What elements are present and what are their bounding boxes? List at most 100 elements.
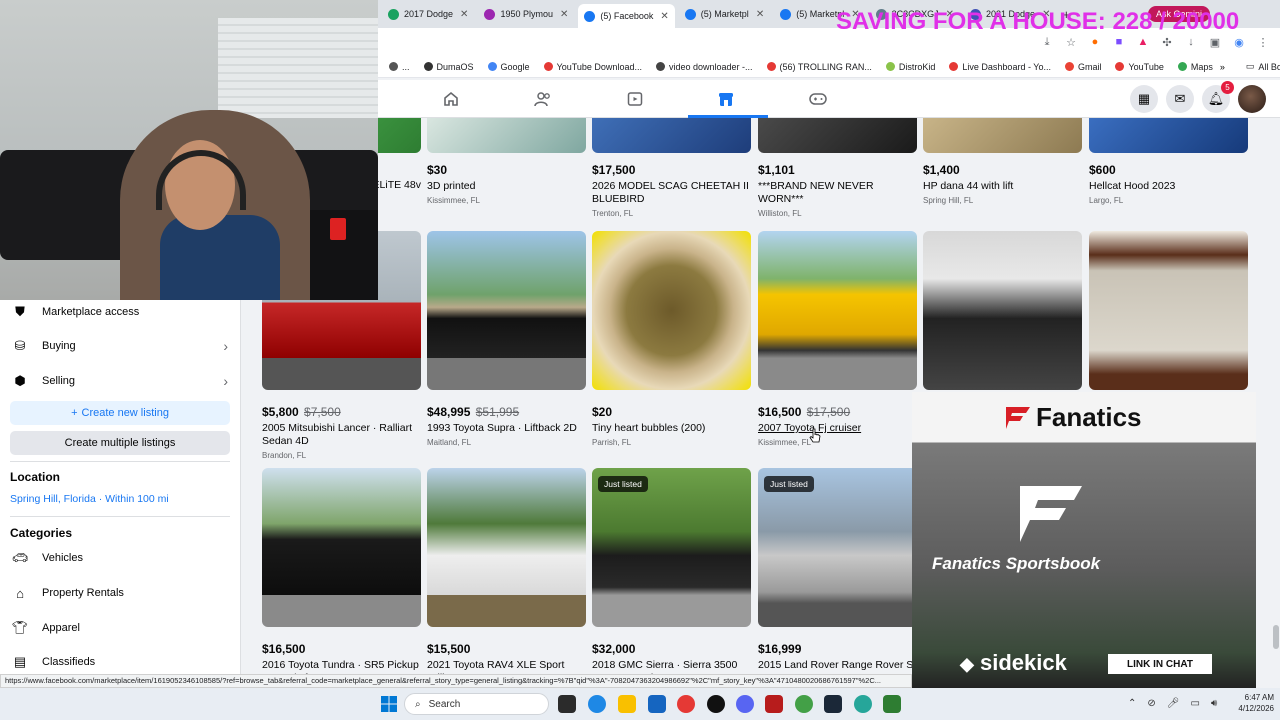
bookmark-item[interactable]: YouTube Download... (537, 62, 649, 72)
listing-card[interactable]: Just listed $32,000 2018 GMC Sierra · Si… (592, 468, 751, 685)
listing-card[interactable]: $15,500 2021 Toyota RAV4 XLE Sport Utili… (427, 468, 586, 685)
all-bookmarks[interactable]: ▭ All Bookmarks (1239, 61, 1280, 72)
bookmark-item[interactable]: ... (382, 62, 417, 72)
bookmark-label: (56) TROLLING RAN... (779, 61, 872, 72)
notifications-bell-icon[interactable]: 🔔︎ 5 (1202, 81, 1234, 113)
listing-card[interactable] (923, 231, 1082, 390)
clock[interactable]: 6:47 AM 4/12/2026 (1238, 692, 1274, 714)
bookmark-item[interactable]: video downloader -... (649, 62, 760, 72)
puzzle-icon[interactable]: ✣ (1160, 35, 1174, 49)
bookmark-label: Google (500, 61, 530, 72)
category-vehicles[interactable]: 🚗︎ Vehicles (10, 548, 228, 568)
chrome-profile-icon[interactable] (795, 695, 813, 713)
install-icon[interactable]: ⤓ (1040, 35, 1054, 49)
video-icon[interactable] (624, 88, 646, 110)
browser-tab[interactable]: (5) Facebook ✕ (578, 4, 675, 28)
listing-card[interactable]: $16,500 $17,500 2007 Toyota Fj cruiser K… (758, 231, 917, 447)
extension-icon[interactable]: ▲ (1136, 35, 1150, 49)
chevron-up-icon[interactable]: ⌃ (1128, 698, 1136, 709)
friends-icon[interactable] (532, 88, 554, 110)
search-icon: ⌕ (415, 698, 421, 710)
microphone-icon[interactable]: 🎤︎ (1167, 698, 1180, 709)
taskbar-search[interactable]: ⌕ Search (404, 693, 549, 715)
listing-card[interactable]: $20 Tiny heart bubbles (200) Parrish, FL (592, 231, 751, 447)
listing-photo (923, 118, 1082, 153)
scrollbar-thumb[interactable] (1273, 625, 1279, 649)
listing-card[interactable] (1089, 231, 1248, 390)
bookmark-item[interactable]: DumaOS (417, 62, 481, 72)
page-scrollbar[interactable] (1272, 120, 1280, 674)
notification-badge: 5 (1221, 81, 1234, 94)
listing-card[interactable]: $1,400 HP dana 44 with lift Spring Hill,… (923, 118, 1082, 205)
listing-card[interactable]: Just listed $16,999 2015 Land Rover Rang… (758, 468, 917, 672)
menu-kebab-icon[interactable]: ⋮ (1256, 35, 1270, 49)
chevron-right-icon: › (223, 338, 228, 354)
listing-card[interactable]: $48,995 $51,995 1993 Toyota Supra · Lift… (427, 231, 586, 447)
home-icon[interactable] (440, 88, 462, 110)
listing-card[interactable]: $600 Hellcat Hood 2023 Largo, FL (1089, 118, 1248, 205)
listing-photo: Just listed (592, 468, 751, 627)
bookmark-star-icon[interactable]: ☆ (1064, 35, 1078, 49)
menu-grid-icon[interactable]: ▦ (1130, 85, 1158, 113)
network-icon[interactable]: ⊘ (1147, 698, 1155, 709)
close-tab-icon[interactable]: ✕ (756, 9, 764, 20)
bookmark-label: DistroKid (898, 61, 936, 72)
link-in-chat-button[interactable]: LINK IN CHAT (1108, 654, 1212, 674)
chrome-profile-icon[interactable] (854, 695, 872, 713)
task-view-icon[interactable] (558, 695, 576, 713)
category-property-rentals[interactable]: ⌂ Property Rentals (10, 583, 228, 603)
browser-tab[interactable]: (5) Marketpl ✕ (679, 3, 770, 25)
marketplace-icon[interactable] (715, 88, 737, 110)
store-icon[interactable] (648, 695, 666, 713)
messenger-icon[interactable]: ✉ (1166, 85, 1194, 113)
chevron-right-icon[interactable]: » (1220, 62, 1225, 72)
steam-icon[interactable] (824, 695, 842, 713)
windows-start-icon[interactable] (381, 696, 397, 712)
edge-icon[interactable] (588, 695, 606, 713)
app-icon[interactable] (883, 695, 901, 713)
bookmark-item[interactable]: Google (481, 62, 537, 72)
browser-tab[interactable]: 2017 Dodge ✕ (382, 3, 474, 25)
listing-card[interactable]: $16,500 2016 Toyota Tundra · SR5 Pickup … (262, 468, 421, 685)
profile-icon[interactable]: ◉ (1232, 35, 1246, 49)
tab-label: (5) Marketpl (700, 9, 749, 19)
bookmark-item[interactable]: Maps (1171, 62, 1220, 72)
system-tray[interactable]: ⌃ ⊘ 🎤︎ ▭ 🔊︎ (1128, 698, 1217, 709)
sidebar-item-buying[interactable]: ⛁ Buying › (10, 336, 228, 356)
bookmark-item[interactable]: YouTube (1108, 62, 1170, 72)
obs-icon[interactable] (707, 695, 725, 713)
listing-card[interactable]: $30 3D printed Kissimmee, FL (427, 118, 586, 205)
location-filter-link[interactable]: Spring Hill, Florida · Within 100 mi (10, 493, 169, 505)
sidebar-item-selling[interactable]: ⬢ Selling › (10, 371, 228, 391)
category-apparel[interactable]: 👕︎ Apparel (10, 618, 228, 638)
bookmark-item[interactable]: DistroKid (879, 62, 943, 72)
volume-icon[interactable]: 🔊︎ (1211, 698, 1217, 709)
bookmark-label: YouTube (1128, 61, 1164, 72)
extension-icon[interactable]: ■ (1112, 35, 1126, 49)
browser-tab[interactable]: 1950 Plymou ✕ (478, 3, 574, 25)
category-classifieds[interactable]: ▤ Classifieds (10, 652, 228, 672)
bookmark-item[interactable]: (56) TROLLING RAN... (760, 62, 879, 72)
sidekick-logo: ◆ sidekick (960, 650, 1067, 675)
listing-card[interactable]: $1,101 ***BRAND NEW NEVER WORN*** Willis… (758, 118, 917, 218)
file-explorer-icon[interactable] (618, 695, 636, 713)
account-avatar[interactable] (1238, 85, 1266, 113)
display-icon[interactable]: ▭ (1190, 698, 1199, 709)
download-icon[interactable]: ↓ (1184, 35, 1198, 49)
discord-icon[interactable] (736, 695, 754, 713)
bookmark-item[interactable]: Gmail (1058, 62, 1109, 72)
create-new-listing-button[interactable]: + Create new listing (10, 401, 230, 425)
close-tab-icon[interactable]: ✕ (460, 9, 468, 20)
sidebar-item-marketplace-access[interactable]: ⛊ Marketplace access (10, 302, 228, 322)
close-tab-icon[interactable]: ✕ (660, 11, 668, 22)
tab-search-icon[interactable]: ▣ (1208, 35, 1222, 49)
acrobat-icon[interactable] (765, 695, 783, 713)
close-tab-icon[interactable]: ✕ (560, 9, 568, 20)
tab-favicon-icon (780, 8, 792, 20)
create-multiple-listings-button[interactable]: Create multiple listings (10, 431, 230, 455)
bookmark-item[interactable]: Live Dashboard - Yo... (942, 62, 1058, 72)
gaming-icon[interactable] (807, 88, 829, 110)
chrome-icon[interactable] (677, 695, 695, 713)
listing-card[interactable]: $17,500 2026 MODEL SCAG CHEETAH II BLUEB… (592, 118, 751, 218)
extension-icon[interactable]: ● (1088, 35, 1102, 49)
